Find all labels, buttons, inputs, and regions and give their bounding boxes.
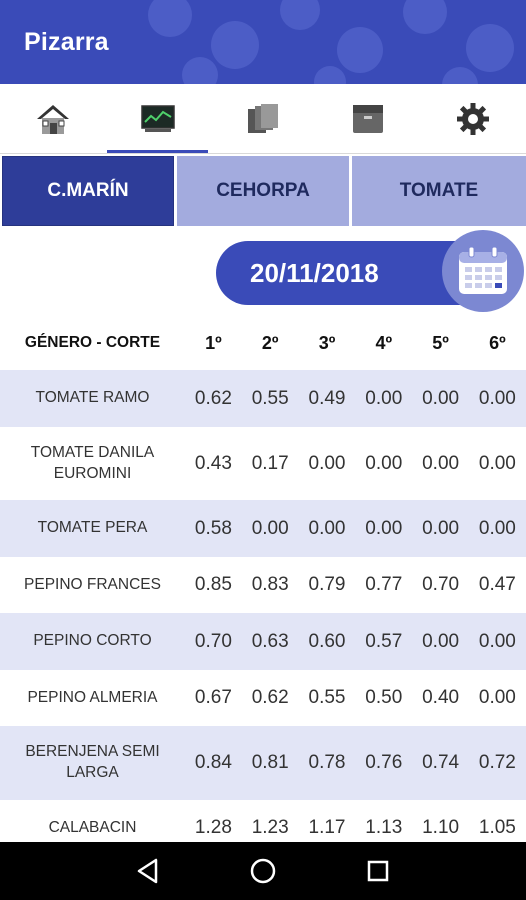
calendar-button[interactable] bbox=[442, 230, 524, 312]
price-cell: 0.74 bbox=[422, 752, 460, 773]
price-cell: 0.49 bbox=[308, 387, 346, 409]
tab-archive[interactable] bbox=[316, 84, 421, 153]
circle-home-icon bbox=[250, 858, 276, 884]
market-tab-tomate[interactable]: TOMATE bbox=[352, 156, 526, 226]
price-cell: 0.00 bbox=[365, 387, 403, 409]
calendar-icon bbox=[459, 246, 507, 294]
price-cell: 0.62 bbox=[194, 387, 232, 409]
background-pattern bbox=[148, 0, 514, 84]
tab-chart[interactable] bbox=[105, 84, 210, 153]
price-cell: 0.79 bbox=[308, 574, 346, 595]
price-cell: 0.00 bbox=[478, 630, 516, 652]
market-tab-cehorpa[interactable]: CEHORPA bbox=[177, 156, 349, 226]
price-cell: 1.23 bbox=[251, 817, 289, 838]
price-cell: 0.00 bbox=[365, 452, 403, 474]
archive-icon bbox=[353, 104, 384, 133]
price-cell: 0.76 bbox=[365, 752, 403, 773]
price-cell: 1.28 bbox=[194, 817, 232, 838]
header-col-3: 3º bbox=[318, 332, 336, 353]
nav-back-button[interactable] bbox=[128, 851, 168, 891]
price-cell: 0.84 bbox=[194, 752, 232, 773]
price-cell: 1.10 bbox=[422, 817, 460, 838]
price-cell: 0.00 bbox=[308, 452, 346, 474]
price-cell: 0.40 bbox=[422, 687, 460, 708]
price-cell: 0.00 bbox=[422, 517, 460, 539]
header-col-1: 1º bbox=[205, 332, 222, 353]
row-product-name: TOMATE RAMO bbox=[35, 389, 150, 407]
app-bar: Pizarra bbox=[0, 0, 526, 84]
row-product-name: TOMATE PERA bbox=[37, 519, 148, 537]
row-product-name: PEPINO CORTO bbox=[33, 632, 152, 650]
price-cell: 0.47 bbox=[478, 574, 516, 595]
home-icon bbox=[36, 104, 69, 134]
price-cell: 0.60 bbox=[308, 630, 346, 652]
price-cell: 0.00 bbox=[251, 517, 289, 539]
row-product-name: PEPINO ALMERIA bbox=[27, 688, 158, 706]
price-table: TOMATE RAMO 0.62 0.55 0.49 0.00 0.00 0.0… bbox=[0, 370, 526, 856]
table-header: GÉNERO - CORTE 1º 2º 3º 4º 5º 6º bbox=[0, 318, 526, 368]
table-row[interactable]: TOMATE RAMO 0.62 0.55 0.49 0.00 0.00 0.0… bbox=[0, 370, 526, 427]
back-icon bbox=[137, 858, 157, 884]
price-cell: 0.85 bbox=[194, 574, 232, 595]
price-cell: 1.13 bbox=[365, 817, 403, 838]
price-cell: 0.63 bbox=[251, 630, 289, 652]
table-row[interactable]: PEPINO CORTO 0.70 0.63 0.60 0.57 0.00 0.… bbox=[0, 613, 526, 670]
header-genero-corte: GÉNERO - CORTE bbox=[24, 334, 161, 351]
price-cell: 1.17 bbox=[308, 817, 346, 838]
row-product-name: BERENJENA SEMI LARGA bbox=[25, 743, 160, 781]
price-cell: 1.05 bbox=[478, 817, 516, 838]
chart-icon bbox=[141, 104, 175, 132]
price-cell: 0.00 bbox=[422, 387, 460, 409]
documents-icon bbox=[248, 103, 278, 133]
tab-documents[interactable] bbox=[210, 84, 315, 153]
app-title: Pizarra bbox=[24, 28, 109, 56]
main-tabs bbox=[0, 84, 526, 154]
price-cell: 0.70 bbox=[422, 574, 460, 595]
price-cell: 0.00 bbox=[478, 687, 516, 708]
system-nav-bar bbox=[0, 842, 526, 900]
price-cell: 0.00 bbox=[422, 452, 460, 474]
table-row[interactable]: BERENJENA SEMI LARGA 0.84 0.81 0.78 0.76… bbox=[0, 726, 526, 800]
price-cell: 0.00 bbox=[365, 517, 403, 539]
price-cell: 0.77 bbox=[365, 574, 403, 595]
price-cell: 0.55 bbox=[251, 387, 289, 409]
price-cell: 0.17 bbox=[251, 452, 289, 474]
nav-home-button[interactable] bbox=[243, 851, 283, 891]
price-cell: 0.00 bbox=[422, 630, 460, 652]
price-cell: 0.78 bbox=[308, 752, 346, 773]
price-cell: 0.72 bbox=[478, 752, 516, 773]
table-row[interactable]: PEPINO FRANCES 0.85 0.83 0.79 0.77 0.70 … bbox=[0, 557, 526, 613]
header-col-6: 6º bbox=[489, 332, 506, 353]
price-cell: 0.50 bbox=[365, 687, 403, 708]
row-product-name: CALABACIN bbox=[48, 818, 137, 836]
price-cell: 0.67 bbox=[194, 687, 232, 708]
price-cell: 0.81 bbox=[251, 752, 289, 773]
tab-home[interactable] bbox=[0, 84, 105, 153]
table-row[interactable]: PEPINO ALMERIA 0.67 0.62 0.55 0.50 0.40 … bbox=[0, 670, 526, 726]
gear-icon bbox=[457, 102, 490, 135]
market-selector: C.MARÍN CEHORPA TOMATE bbox=[0, 154, 526, 227]
price-cell: 0.57 bbox=[365, 630, 403, 652]
price-cell: 0.00 bbox=[308, 517, 346, 539]
header-col-4: 4º bbox=[375, 332, 393, 353]
price-cell: 0.83 bbox=[251, 574, 289, 595]
table-row[interactable]: TOMATE DANILA EUROMINI 0.43 0.17 0.00 0.… bbox=[0, 427, 526, 500]
header-col-2: 2º bbox=[261, 332, 279, 353]
price-cell: 0.00 bbox=[478, 452, 516, 474]
row-product-name: TOMATE DANILA EUROMINI bbox=[30, 443, 155, 482]
price-cell: 0.43 bbox=[194, 452, 232, 474]
market-tab-cmarin[interactable]: C.MARÍN bbox=[2, 156, 174, 226]
tab-settings[interactable] bbox=[421, 84, 526, 153]
header-col-5: 5º bbox=[432, 332, 449, 353]
price-cell: 0.70 bbox=[194, 630, 232, 652]
price-cell: 0.58 bbox=[194, 517, 232, 539]
price-cell: 0.00 bbox=[478, 517, 516, 539]
price-cell: 0.62 bbox=[251, 687, 289, 708]
price-cell: 0.00 bbox=[478, 387, 516, 409]
row-product-name: PEPINO FRANCES bbox=[24, 575, 161, 593]
price-cell: 0.55 bbox=[308, 687, 346, 708]
nav-recents-button[interactable] bbox=[358, 851, 398, 891]
table-row[interactable]: TOMATE PERA 0.58 0.00 0.00 0.00 0.00 0.0… bbox=[0, 500, 526, 557]
square-recents-icon bbox=[368, 860, 389, 882]
